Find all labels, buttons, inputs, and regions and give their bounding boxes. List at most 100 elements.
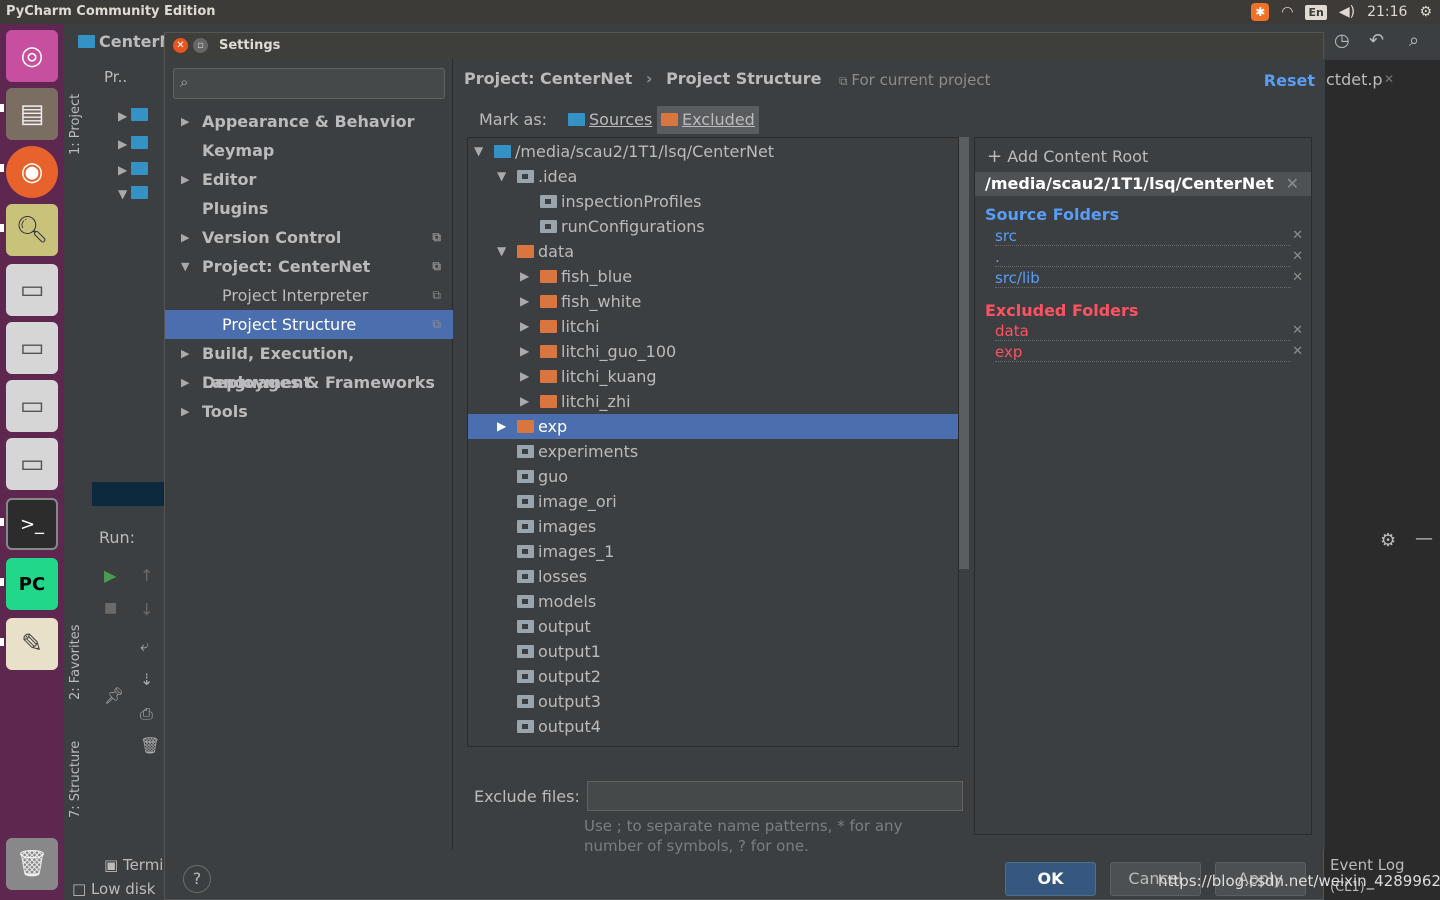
history-icon[interactable]: ◷ xyxy=(1334,30,1350,51)
remove-root-icon[interactable]: ✕ xyxy=(1286,172,1299,196)
clear-trash-icon[interactable]: 🗑︎ xyxy=(140,736,160,755)
excluded-folder-entry[interactable]: data ✕ xyxy=(995,321,1303,341)
tree-node[interactable]: ▶ litchi_guo_100 xyxy=(468,339,958,364)
collapse-arrow-icon[interactable]: ▼ xyxy=(474,139,483,164)
terminal-icon[interactable]: >_ xyxy=(6,498,58,550)
tree-node[interactable]: ▶ litchi_zhi xyxy=(468,389,958,414)
pycharm-icon[interactable]: PC xyxy=(6,558,58,610)
mark-excluded-button[interactable]: Excluded xyxy=(657,106,759,134)
nav-item[interactable]: ▼ Project: CenterNet ⧉ xyxy=(165,252,453,281)
expand-arrow-icon[interactable]: ▶ xyxy=(520,364,529,389)
exclude-files-input[interactable] xyxy=(587,781,963,811)
expand-arrow-icon[interactable]: ▶ xyxy=(181,339,189,368)
minimize-icon[interactable]: — xyxy=(1415,528,1433,549)
nav-item[interactable]: ▶ Version Control ⧉ xyxy=(165,223,453,252)
tree-expand-icon[interactable]: ▶ xyxy=(118,108,152,123)
ok-button[interactable]: OK xyxy=(1005,862,1096,896)
nav-item[interactable]: ▶ Languages & Frameworks xyxy=(165,368,453,397)
tree-node[interactable]: images_1 xyxy=(468,539,958,564)
collapse-arrow-icon[interactable]: ▼ xyxy=(497,239,506,264)
drive-icon-2[interactable]: ▭ xyxy=(6,322,58,374)
nav-item[interactable]: ▶ Tools xyxy=(165,397,453,426)
collapse-arrow-icon[interactable]: ▼ xyxy=(497,164,506,189)
pin-icon[interactable]: 📌︎ xyxy=(104,686,124,705)
tree-node[interactable]: losses xyxy=(468,564,958,589)
tree-collapse-icon[interactable]: ▼ xyxy=(118,186,152,201)
nav-item[interactable]: ▶ Appearance & Behavior xyxy=(165,107,453,136)
excluded-folder-entry[interactable]: exp ✕ xyxy=(995,342,1303,362)
tree-node[interactable]: output2 xyxy=(468,664,958,689)
remove-folder-icon[interactable]: ✕ xyxy=(1292,226,1303,246)
clock[interactable]: 21:16 xyxy=(1367,2,1407,22)
image-viewer-icon[interactable]: 🔍︎ xyxy=(6,204,58,256)
expand-arrow-icon[interactable]: ▶ xyxy=(497,414,506,439)
soft-wrap-icon[interactable]: ⤶ xyxy=(140,636,149,656)
tree-node[interactable]: inspectionProfiles xyxy=(468,189,958,214)
add-content-root-button[interactable]: + Add Content Root xyxy=(987,146,1148,167)
tree-node[interactable]: ▶ fish_white xyxy=(468,289,958,314)
update-notifier-icon[interactable]: ✱ xyxy=(1251,3,1270,21)
expand-arrow-icon[interactable]: ▶ xyxy=(520,389,529,414)
expand-arrow-icon[interactable]: ▶ xyxy=(181,368,189,397)
print-icon[interactable]: ⎙ xyxy=(140,704,153,724)
source-folder-entry[interactable]: src/lib ✕ xyxy=(995,268,1303,288)
scroll-to-end-icon[interactable]: ⇣ xyxy=(140,670,153,689)
firefox-icon[interactable]: ◉ xyxy=(6,146,58,198)
rerun-icon[interactable]: ▶ xyxy=(104,566,116,585)
stop-icon[interactable]: ■ xyxy=(104,600,117,616)
maximize-window-icon[interactable]: ▫ xyxy=(193,38,208,53)
search-everywhere-icon[interactable]: ⌕ xyxy=(1409,30,1419,51)
nav-item[interactable]: Keymap xyxy=(165,136,453,165)
nav-item[interactable]: ▶ Build, Execution, Deployment xyxy=(165,339,453,392)
up-arrow-icon[interactable]: ↑ xyxy=(140,566,153,585)
expand-arrow-icon[interactable]: ▶ xyxy=(181,165,189,194)
expand-arrow-icon[interactable]: ▶ xyxy=(520,314,529,339)
tree-node[interactable]: ▶ exp xyxy=(468,414,958,439)
tool-window-favorites-tab[interactable]: 2: Favorites xyxy=(68,624,83,700)
tree-expand-icon[interactable]: ▶ xyxy=(118,136,152,151)
project-view-selector[interactable]: Pr.. xyxy=(104,68,127,86)
tree-expand-icon[interactable]: ▶ xyxy=(118,162,152,177)
expand-arrow-icon[interactable]: ▶ xyxy=(520,339,529,364)
expand-arrow-icon[interactable]: ▶ xyxy=(181,107,189,136)
remove-folder-icon[interactable]: ✕ xyxy=(1292,247,1303,267)
tree-node[interactable]: output4 xyxy=(468,714,958,739)
expand-arrow-icon[interactable]: ▶ xyxy=(181,223,189,252)
tree-node[interactable]: output3 xyxy=(468,689,958,714)
settings-search-input[interactable]: ⌕ xyxy=(173,68,445,99)
tree-node[interactable]: ▶ litchi xyxy=(468,314,958,339)
tree-node[interactable]: models xyxy=(468,589,958,614)
remove-folder-icon[interactable]: ✕ xyxy=(1292,321,1303,341)
drive-icon-1[interactable]: ▭ xyxy=(6,264,58,316)
tree-node[interactable]: ▼ .idea xyxy=(468,164,958,189)
tree-node[interactable]: guo xyxy=(468,464,958,489)
expand-arrow-icon[interactable]: ▶ xyxy=(181,397,189,426)
close-window-icon[interactable]: ✕ xyxy=(173,38,188,53)
wifi-icon[interactable]: ◠ xyxy=(1281,2,1293,22)
tree-node[interactable]: ▶ litchi_kuang xyxy=(468,364,958,389)
nav-item[interactable]: ▶ Editor xyxy=(165,165,453,194)
expand-arrow-icon[interactable]: ▶ xyxy=(520,264,529,289)
drive-icon-3[interactable]: ▭ xyxy=(6,380,58,432)
text-editor-icon[interactable]: ✎ xyxy=(6,618,58,670)
tree-node[interactable]: output xyxy=(468,614,958,639)
drive-icon-4[interactable]: ▭ xyxy=(6,438,58,490)
tool-window-project-tab[interactable]: 1: Project xyxy=(68,94,83,155)
project-breadcrumb[interactable]: CenterN xyxy=(78,32,173,51)
revert-icon[interactable]: ↶ xyxy=(1369,30,1384,51)
tree-node[interactable]: image_ori xyxy=(468,489,958,514)
tree-node[interactable]: images xyxy=(468,514,958,539)
tree-node[interactable]: runConfigurations xyxy=(468,214,958,239)
down-arrow-icon[interactable]: ↓ xyxy=(140,600,153,619)
ubuntu-dash-icon[interactable]: ◎ xyxy=(6,30,58,82)
tool-window-structure-tab[interactable]: 7: Structure xyxy=(68,741,83,818)
editor-tab[interactable]: ctdet.p xyxy=(1326,70,1383,89)
close-tab-icon[interactable]: ✕ xyxy=(1384,72,1394,86)
collapse-arrow-icon[interactable]: ▼ xyxy=(181,252,189,281)
trash-icon[interactable]: 🗑︎ xyxy=(6,838,58,890)
help-button[interactable]: ? xyxy=(183,865,211,893)
source-folder-entry[interactable]: src ✕ xyxy=(995,226,1303,246)
gear-icon[interactable]: ⚙ xyxy=(1380,530,1396,551)
files-icon[interactable]: ▤ xyxy=(6,88,58,140)
expand-arrow-icon[interactable]: ▶ xyxy=(520,289,529,314)
